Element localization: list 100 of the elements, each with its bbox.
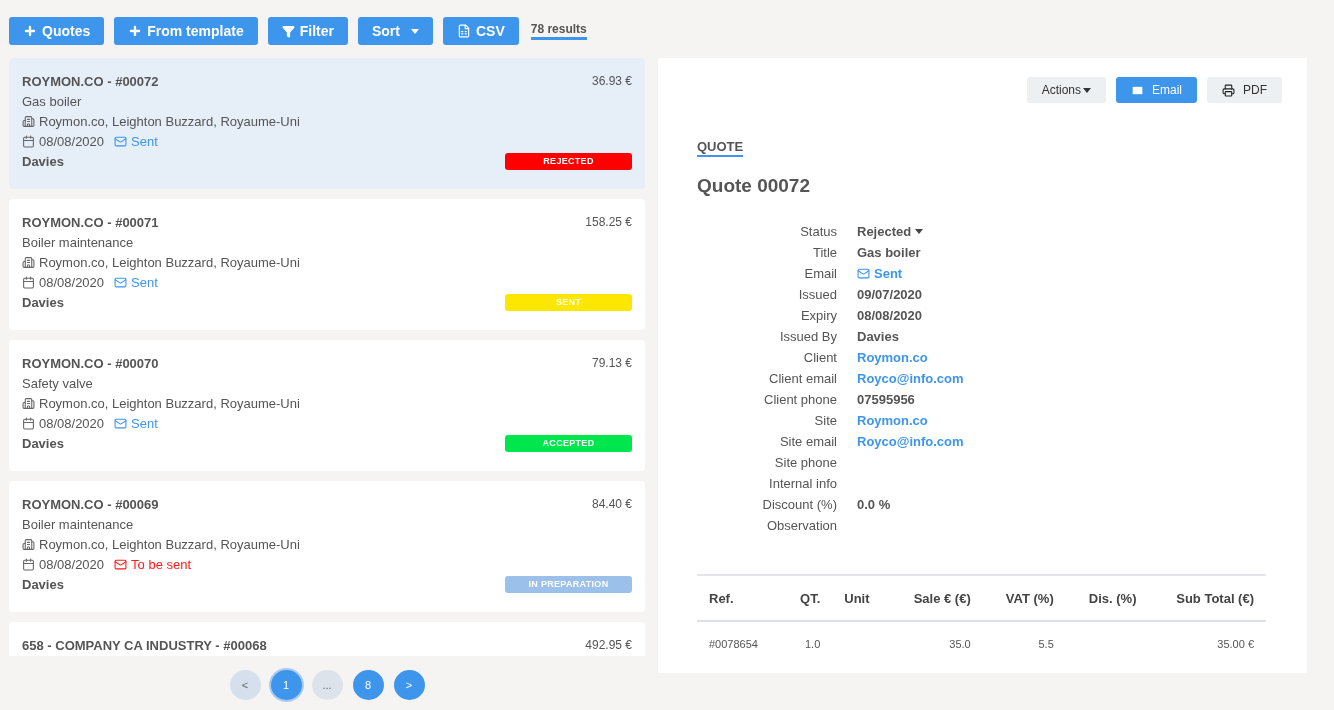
quote-card[interactable]: ROYMON.CO - #00071 158.25 € Boiler maintenance Roymon.co, Leighton Buzzard, Royaume-Uni 08/08/2020 Sent Davies SENT bbox=[9, 199, 645, 330]
quote-address: Roymon.co, Leighton Buzzard, Royaume-Uni bbox=[39, 395, 300, 411]
quote-date: 08/08/2020 bbox=[39, 133, 105, 149]
sort-button[interactable]: Sort bbox=[357, 17, 433, 45]
quote-date: 08/08/2020 bbox=[39, 415, 105, 431]
page-button[interactable]: 8 bbox=[352, 670, 384, 700]
quote-subject: Gas boiler bbox=[22, 93, 82, 109]
column-header: QT. bbox=[781, 575, 833, 621]
email-button[interactable]: Email bbox=[1116, 77, 1197, 103]
quote-card[interactable]: 658 - COMPANY CA INDUSTRY - #00068 492.95 € bbox=[9, 622, 645, 656]
field-link[interactable]: Roymon.co bbox=[857, 410, 928, 431]
field-value: Gas boiler bbox=[857, 244, 921, 262]
quote-amount: 84.40 € bbox=[591, 497, 632, 511]
field-label: Expiry bbox=[799, 307, 837, 325]
results-count[interactable]: 78 results bbox=[530, 22, 587, 40]
quote-date: 08/08/2020 bbox=[39, 274, 105, 290]
field-label: Observation bbox=[765, 517, 837, 535]
page-button[interactable]: < bbox=[229, 670, 261, 700]
email-status: To be sent bbox=[131, 556, 192, 572]
calendar-icon bbox=[22, 275, 35, 289]
caret-icon bbox=[410, 28, 419, 34]
field-value[interactable]: Sent bbox=[857, 263, 903, 284]
field-link[interactable]: Roymon.co bbox=[857, 347, 928, 368]
field-label: Internal info bbox=[768, 475, 837, 493]
email-status: Sent bbox=[131, 133, 158, 149]
quote-amount: 158.25 € bbox=[585, 215, 632, 229]
quote-title: 658 - COMPANY CA INDUSTRY - #00068 bbox=[22, 637, 267, 653]
quote-author: Davies bbox=[22, 153, 64, 169]
table-cell: #0078654 bbox=[697, 621, 782, 666]
toolbar-button[interactable]: From template bbox=[114, 17, 258, 45]
actions-dropdown[interactable]: Actions bbox=[1026, 77, 1106, 103]
field-label: Issued By bbox=[778, 328, 837, 346]
page-button[interactable]: 1 bbox=[270, 670, 302, 700]
caret-icon bbox=[1083, 87, 1091, 93]
quote-author: Davies bbox=[22, 435, 64, 451]
column-header: Sub Total (€) bbox=[1148, 575, 1266, 621]
status-badge: REJECTED bbox=[505, 152, 632, 170]
toolbar-button[interactable]: CSV bbox=[442, 17, 519, 45]
field-label: Site email bbox=[778, 433, 837, 451]
field-label: Client phone bbox=[763, 391, 837, 409]
toolbar-button[interactable]: Quotes bbox=[9, 17, 105, 45]
filter-icon bbox=[281, 24, 295, 38]
field-value: 08/08/2020 bbox=[857, 307, 923, 325]
page-button[interactable]: ... bbox=[311, 670, 343, 700]
field-value: 07595956 bbox=[857, 391, 915, 409]
calendar-icon bbox=[22, 557, 35, 571]
quote-amount: 79.13 € bbox=[591, 356, 632, 370]
quote-date: 08/08/2020 bbox=[39, 556, 105, 572]
quote-tab[interactable]: QUOTE bbox=[697, 139, 744, 157]
quote-title: ROYMON.CO - #00069 bbox=[22, 496, 159, 512]
field-label: Site phone bbox=[773, 454, 837, 472]
quote-subject: Boiler maintenance bbox=[22, 516, 134, 532]
quote-subject: Boiler maintenance bbox=[22, 234, 134, 250]
field-value: 0.0 % bbox=[857, 496, 891, 514]
field-label: Site bbox=[813, 412, 837, 430]
quote-title: ROYMON.CO - #00072 bbox=[22, 73, 159, 89]
quote-heading: Quote 00072 bbox=[697, 175, 811, 197]
building-icon bbox=[22, 255, 35, 269]
field-label: Issued bbox=[797, 286, 837, 304]
caret-icon bbox=[915, 229, 924, 234]
plus-icon bbox=[23, 24, 37, 38]
page-button[interactable]: > bbox=[393, 670, 425, 700]
quote-author: Davies bbox=[22, 294, 64, 310]
column-header: Dis. (%) bbox=[1065, 575, 1149, 621]
table-cell: 35.00 € bbox=[1148, 621, 1266, 666]
quote-address: Roymon.co, Leighton Buzzard, Royaume-Uni bbox=[39, 536, 300, 552]
field-link[interactable]: Royco@info.com bbox=[857, 368, 964, 389]
quote-card[interactable]: ROYMON.CO - #00069 84.40 € Boiler maintenance Roymon.co, Leighton Buzzard, Royaume-Uni 08/08/2020 To be sent Davies IN PREPARATION bbox=[9, 481, 645, 612]
status-dropdown[interactable]: Rejected bbox=[857, 221, 924, 242]
printer-icon bbox=[1222, 83, 1235, 97]
field-value: 09/07/2020 bbox=[857, 286, 923, 304]
field-label: Client email bbox=[768, 370, 837, 388]
plus-icon bbox=[128, 24, 143, 38]
field-value: Davies bbox=[857, 328, 899, 346]
quote-address: Roymon.co, Leighton Buzzard, Royaume-Uni bbox=[39, 113, 300, 129]
column-header: Ref. bbox=[697, 575, 782, 621]
quote-subject: Safety valve bbox=[22, 375, 93, 391]
column-header: VAT (%) bbox=[982, 575, 1066, 621]
table-cell: 1.0 bbox=[781, 621, 833, 666]
column-header: Unit bbox=[832, 575, 890, 621]
quote-title: ROYMON.CO - #00071 bbox=[22, 214, 159, 230]
status-badge: ACCEPTED bbox=[505, 434, 632, 452]
field-label: Email bbox=[803, 265, 837, 283]
quote-author: Davies bbox=[22, 576, 64, 592]
calendar-icon bbox=[22, 416, 35, 430]
building-icon bbox=[22, 114, 35, 128]
email-status: Sent bbox=[131, 415, 158, 431]
file-icon bbox=[456, 24, 471, 38]
toolbar-button[interactable]: Filter bbox=[267, 17, 348, 45]
field-label: Discount (%) bbox=[761, 496, 837, 514]
quote-card[interactable]: ROYMON.CO - #00070 79.13 € Safety valve Roymon.co, Leighton Buzzard, Royaume-Uni 08/08/2020 Sent Davies ACCEPTED bbox=[9, 340, 645, 471]
pdf-button[interactable]: PDF bbox=[1207, 77, 1282, 103]
building-icon bbox=[22, 396, 35, 410]
status-badge: IN PREPARATION bbox=[505, 575, 632, 593]
quote-address: Roymon.co, Leighton Buzzard, Royaume-Uni bbox=[39, 254, 300, 270]
quote-card[interactable]: ROYMON.CO - #00072 36.93 € Gas boiler Roymon.co, Leighton Buzzard, Royaume-Uni 08/08/2020 Sent Davies REJECTED bbox=[9, 58, 645, 189]
table-cell: 5.5 bbox=[982, 621, 1066, 666]
email-status: Sent bbox=[131, 274, 158, 290]
field-link[interactable]: Royco@info.com bbox=[857, 431, 964, 452]
quote-amount: 36.93 € bbox=[591, 74, 632, 88]
